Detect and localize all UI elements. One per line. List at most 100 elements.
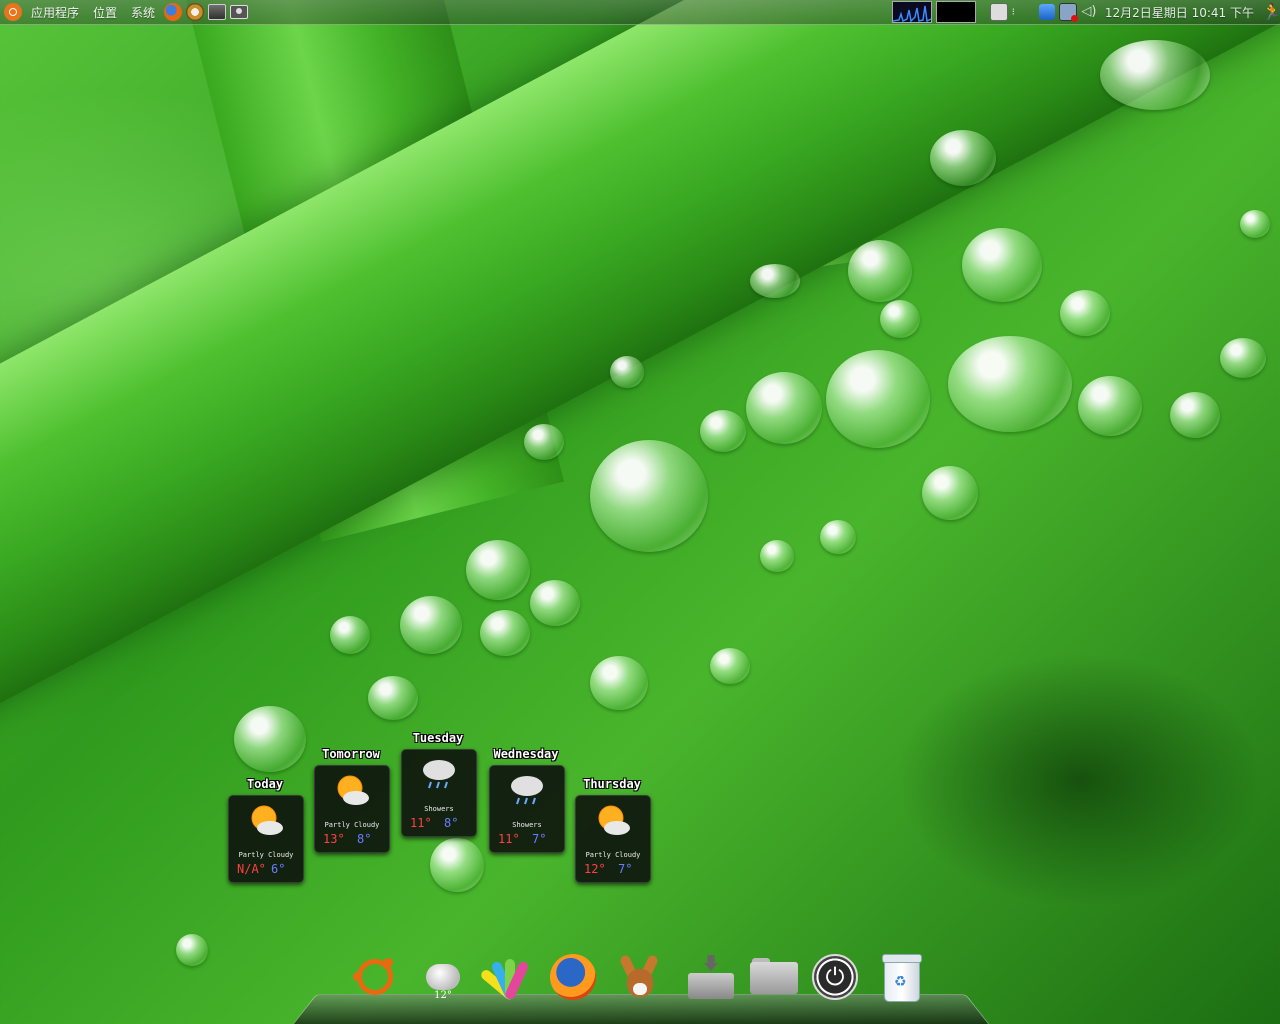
dock-trash[interactable]: ♻	[876, 952, 926, 1002]
water-drop	[590, 440, 708, 552]
weather-day-label: Tomorrow	[322, 747, 380, 761]
palette-icon	[479, 955, 531, 1002]
network-icon[interactable]	[1038, 4, 1055, 20]
weather-card[interactable]: Showers 11° 7°	[489, 765, 565, 853]
dock-emule[interactable]	[614, 952, 664, 1002]
water-drop	[820, 520, 856, 554]
weather-card[interactable]: Partly Cloudy N/A° 6°	[228, 795, 304, 883]
ubuntu-logo-icon[interactable]	[4, 3, 22, 21]
water-drop	[400, 596, 462, 654]
panel-left: 应用程序 位置 系统	[4, 0, 249, 24]
water-drop	[368, 676, 418, 720]
water-drop	[176, 934, 208, 966]
weather-condition: Showers	[512, 821, 542, 829]
weather-high: 12°	[584, 862, 606, 876]
weather-icon	[426, 964, 460, 990]
ubuntu-icon	[353, 958, 393, 995]
water-drop	[610, 356, 644, 388]
dock-firefox[interactable]	[548, 952, 598, 1002]
water-drop	[1220, 338, 1266, 378]
weather-condition: Showers	[424, 805, 454, 813]
weather-high: 11°	[498, 832, 520, 846]
weather-day-label: Wednesday	[493, 747, 559, 761]
dock-weather-temp: 12°	[434, 990, 452, 1001]
water-drop	[1078, 376, 1142, 436]
showers-icon	[423, 760, 455, 789]
water-drop	[1100, 40, 1210, 110]
water-drop	[1240, 210, 1270, 238]
water-drop	[826, 350, 930, 448]
water-drop	[700, 410, 746, 452]
panel-right: ⁝ ◁) 12月2日星期日 10:41 下午 🏃	[891, 0, 1280, 24]
menu-places[interactable]: 位置	[88, 4, 122, 21]
water-drop	[466, 540, 530, 600]
water-drop	[430, 838, 484, 892]
weather-low: 6°	[271, 862, 286, 876]
weather-card[interactable]: Partly Cloudy 13° 8°	[314, 765, 390, 853]
water-drop	[746, 372, 822, 444]
notes-icon[interactable]	[989, 3, 1008, 21]
power-icon: ⏻	[812, 954, 858, 1000]
water-drop	[848, 240, 912, 302]
water-drop	[880, 300, 920, 338]
water-drop	[530, 580, 580, 626]
weather-low: 8°	[357, 832, 372, 846]
water-drop	[234, 706, 306, 772]
water-drop	[962, 228, 1042, 302]
emule-icon	[618, 953, 660, 999]
weather-condition: Partly Cloudy	[324, 821, 380, 829]
water-drop	[760, 540, 794, 572]
system-monitor-icon[interactable]	[891, 1, 932, 23]
menu-applications[interactable]: 应用程序	[26, 4, 84, 21]
menu-system[interactable]: 系统	[126, 4, 160, 21]
folder-icon	[750, 958, 798, 996]
water-drop	[930, 130, 996, 186]
weather-low: 7°	[618, 862, 633, 876]
quit-icon[interactable]: 🏃	[1262, 3, 1280, 21]
water-drop	[524, 424, 564, 460]
trash-icon: ♻	[882, 954, 922, 1002]
water-drop	[922, 466, 978, 520]
download-icon	[686, 955, 736, 999]
weather-day-label: Thursday	[583, 777, 641, 791]
water-drop	[710, 648, 750, 684]
weather-high: 13°	[323, 832, 345, 846]
dock-power[interactable]: ⏻	[810, 952, 860, 1002]
water-drop	[1170, 392, 1220, 438]
top-panel: 应用程序 位置 系统 ⁝ ◁) 12月2日星期日 10:41 下午 🏃	[0, 0, 1280, 25]
water-drop	[750, 264, 800, 298]
weather-condition: Partly Cloudy	[585, 851, 641, 859]
weather-card[interactable]: Partly Cloudy 12° 7°	[575, 795, 651, 883]
network-monitor-icon[interactable]	[1058, 3, 1078, 22]
clock[interactable]: 12月2日星期日 10:41 下午	[1101, 4, 1258, 21]
partly-cloudy-icon	[337, 775, 369, 805]
partly-cloudy-icon	[251, 805, 283, 835]
weather-high: 11°	[410, 816, 432, 830]
weather-low: 7°	[532, 832, 547, 846]
water-drop	[480, 610, 530, 656]
weather-day-label: Tuesday	[412, 731, 464, 745]
firefox-icon[interactable]	[164, 3, 183, 21]
dock-palette[interactable]	[479, 952, 534, 1002]
weather-condition: Partly Cloudy	[238, 851, 294, 859]
screenshot-icon[interactable]	[230, 5, 249, 19]
weather-day-label: Today	[246, 777, 284, 791]
water-drop	[948, 336, 1072, 432]
weather-card[interactable]: Showers 11° 8°	[401, 749, 477, 837]
showers-icon	[511, 776, 543, 805]
water-drop	[330, 616, 370, 654]
gnome-settings-icon[interactable]	[186, 3, 205, 21]
dock-downloads[interactable]	[686, 952, 736, 1002]
dock-folder[interactable]	[749, 952, 799, 1002]
partly-cloudy-icon	[598, 805, 630, 835]
water-drop	[590, 656, 648, 710]
terminal-icon[interactable]	[208, 4, 227, 20]
system-monitor-memory-icon[interactable]	[935, 1, 976, 23]
separator-icon: ⁝	[1011, 6, 1015, 18]
volume-icon[interactable]: ◁)	[1081, 4, 1097, 20]
weather-high: N/A°	[237, 862, 266, 876]
firefox-icon	[550, 954, 596, 1000]
dock-ubuntu[interactable]	[350, 952, 400, 1002]
weather-low: 8°	[444, 816, 459, 830]
water-drop	[1060, 290, 1110, 336]
